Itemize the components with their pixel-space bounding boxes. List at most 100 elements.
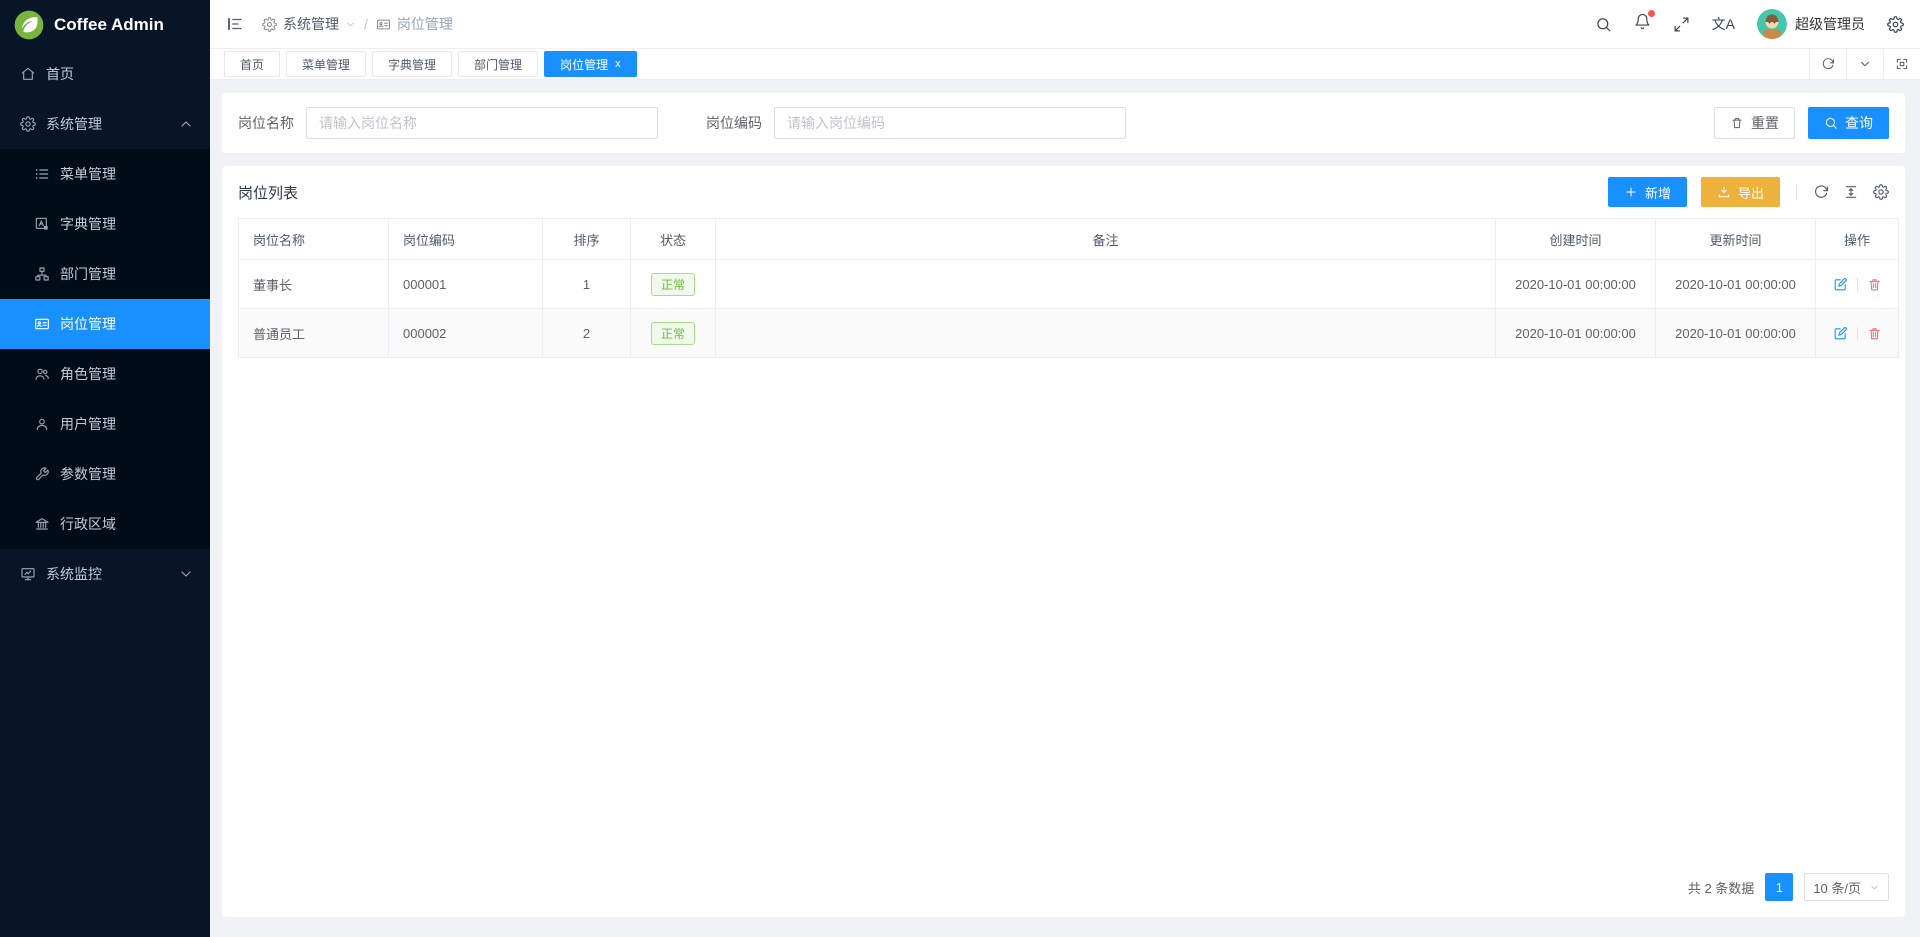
tabs: 首页 菜单管理字典管理 部门管理 岗位管理 x [224,51,643,77]
breadcrumb-label: 系统管理 [283,14,339,34]
leaf-logo-icon [14,10,44,40]
sidebar-item-行政区域[interactable]: 行政区域 [0,499,210,549]
reset-button[interactable]: 重置 [1714,107,1795,139]
refresh-tab-icon[interactable] [1809,49,1846,79]
page-content: 岗位名称 岗位编码 重置 查询 [210,80,1920,937]
cell-created-time: 2020-10-01 00:00:00 [1496,260,1656,309]
total-count-text: 共 2 条数据 [1688,878,1754,897]
sidebar: Coffee Admin 首页系统管理菜单管理字典管理部门管理岗位管理角色管理用… [0,0,210,937]
header-actions: 文A 超级管理员 [1595,9,1904,39]
form-item-post-name: 岗位名称 [238,107,658,139]
post-list-card: 岗位列表 新增 导出 [222,166,1905,917]
chevron-down-icon [1869,882,1880,893]
search-actions: 重置 查询 [1714,107,1889,139]
reset-label: 重置 [1751,113,1779,133]
tab-options-chevron-icon[interactable] [1846,49,1883,79]
query-button[interactable]: 查询 [1808,107,1889,139]
org-tree-icon [34,266,50,282]
card-header: 岗位列表 新增 导出 [238,166,1889,218]
delete-icon[interactable] [1867,326,1882,341]
tab-菜单管理[interactable]: 菜单管理 [286,51,366,77]
table-header-row: 岗位名称岗位编码排序状态备注创建时间更新时间操作 [239,219,1899,260]
card-title: 岗位列表 [238,182,298,203]
settings-gear-icon[interactable] [1887,16,1904,33]
close-icon[interactable]: x [615,58,621,70]
post-code-input[interactable] [774,107,1126,139]
sidebar-item-首页[interactable]: 首页 [0,49,210,99]
refresh-table-icon[interactable] [1813,184,1829,200]
sidebar-item-label: 用户管理 [60,414,116,434]
row-density-icon[interactable] [1843,184,1859,200]
sidebar-item-系统监控[interactable]: 系统监控 [0,549,210,599]
cell-post-name: 普通员工 [239,309,389,358]
column-header-状态: 状态 [631,219,716,260]
table-row: 董事长0000011正常2020-10-01 00:00:002020-10-0… [239,260,1899,309]
add-button[interactable]: 新增 [1608,177,1687,207]
user-name: 超级管理员 [1795,14,1865,34]
cell-updated-time: 2020-10-01 00:00:00 [1656,309,1816,358]
column-settings-gear-icon[interactable] [1873,184,1889,200]
breadcrumb-label: 岗位管理 [397,14,453,34]
sidebar-item-参数管理[interactable]: 参数管理 [0,449,210,499]
chevron-down-icon [178,566,194,582]
tab-bar: 首页 菜单管理字典管理 部门管理 岗位管理 x [210,49,1920,80]
cell-sort: 1 [543,260,631,309]
delete-icon[interactable] [1867,277,1882,292]
cell-sort: 2 [543,309,631,358]
edit-icon[interactable] [1833,277,1848,292]
plus-icon [1624,185,1638,199]
sidebar-item-label: 参数管理 [60,464,116,484]
tab-label: 首页 [240,56,264,73]
sidebar-item-岗位管理[interactable]: 岗位管理 [0,299,210,349]
search-icon[interactable] [1595,16,1612,33]
user-menu[interactable]: 超级管理员 [1757,9,1865,39]
sidebar-item-label: 角色管理 [60,364,116,384]
edit-icon[interactable] [1833,326,1848,341]
post-name-input[interactable] [306,107,658,139]
app-logo[interactable]: Coffee Admin [0,0,210,49]
sidebar-item-部门管理[interactable]: 部门管理 [0,249,210,299]
content-fullscreen-icon[interactable] [1883,49,1920,79]
breadcrumb-item[interactable]: 系统管理 [262,14,356,34]
form-item-post-code: 岗位编码 [706,107,1126,139]
sidebar-item-字典管理[interactable]: 字典管理 [0,199,210,249]
trash-icon [1730,116,1744,130]
cell-actions [1816,260,1899,309]
cell-updated-time: 2020-10-01 00:00:00 [1656,260,1816,309]
fullscreen-icon[interactable] [1673,16,1690,33]
column-header-创建时间: 创建时间 [1496,219,1656,260]
sidebar-item-菜单管理[interactable]: 菜单管理 [0,149,210,199]
bank-icon [34,516,50,532]
search-form-card: 岗位名称 岗位编码 重置 查询 [222,93,1905,153]
sidebar-item-系统管理[interactable]: 系统管理 [0,99,210,149]
notifications-button[interactable] [1634,13,1651,35]
column-header-岗位编码: 岗位编码 [389,219,543,260]
page-button[interactable]: 1 [1765,873,1793,901]
add-label: 新增 [1645,183,1671,202]
sidebar-item-用户管理[interactable]: 用户管理 [0,399,210,449]
tab-label: 部门管理 [474,56,522,73]
toolbar-divider [1796,184,1797,200]
tab-label: 岗位管理 [560,56,608,73]
cell-remark [716,260,1496,309]
sidebar-item-角色管理[interactable]: 角色管理 [0,349,210,399]
language-icon[interactable]: 文A [1712,14,1735,34]
chevron-down-icon [345,19,356,30]
sidebar-collapse-icon[interactable] [226,15,244,33]
column-header-岗位名称: 岗位名称 [239,219,389,260]
app-title: Coffee Admin [54,15,164,35]
column-header-备注: 备注 [716,219,1496,260]
cell-post-code: 000001 [389,260,543,309]
dictionary-icon [34,216,50,232]
table-row: 普通员工0000022正常2020-10-01 00:00:002020-10-… [239,309,1899,358]
tab-岗位管理[interactable]: 岗位管理 x [544,51,637,77]
export-button[interactable]: 导出 [1701,177,1780,207]
tab-首页[interactable]: 首页 [224,51,280,77]
post-code-label: 岗位编码 [706,113,762,133]
post-name-label: 岗位名称 [238,113,294,133]
cell-remark [716,309,1496,358]
tab-字典管理[interactable]: 字典管理 [372,51,452,77]
page-size-select[interactable]: 10 条/页 [1804,873,1889,901]
tab-部门管理[interactable]: 部门管理 [458,51,538,77]
avatar [1757,9,1787,39]
